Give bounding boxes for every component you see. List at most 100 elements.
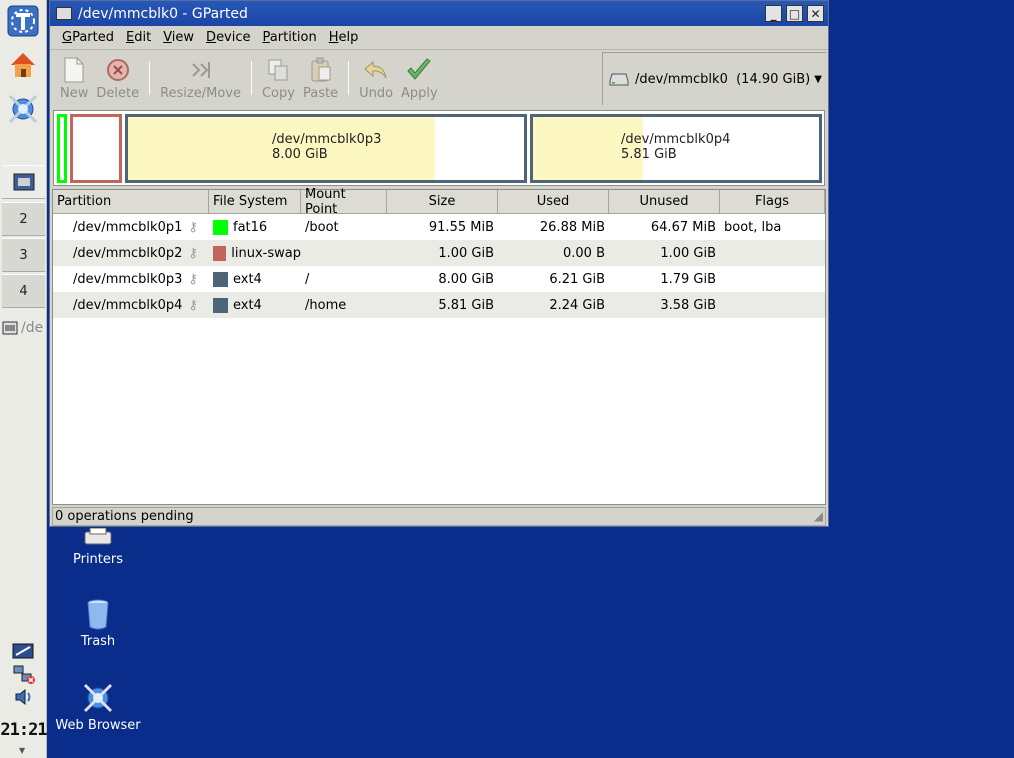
- cell-used: 0.00 B: [563, 245, 605, 261]
- toolbar-separator: [250, 61, 252, 95]
- delete-button[interactable]: Delete: [92, 51, 143, 106]
- harddisk-icon: [609, 73, 629, 86]
- menu-edit[interactable]: Edit: [120, 30, 157, 45]
- menu-gparted[interactable]: GParted: [56, 30, 120, 45]
- cell-mountpoint: [301, 240, 387, 266]
- menu-mnemonic: G: [62, 30, 73, 45]
- table-row[interactable]: /dev/mmcblk0p4 ⚷ ext4 /home 5.81 GiB 2.24…: [53, 292, 825, 318]
- filesystem-name: fat16: [233, 219, 268, 235]
- title-bar[interactable]: /dev/mmcblk0 - GParted _ □ ✕: [50, 1, 828, 26]
- key-icon: ⚷: [188, 271, 198, 287]
- network-tray-button[interactable]: [12, 664, 36, 688]
- diskmap-partition-name: /dev/mmcblk0p4: [621, 132, 731, 147]
- display-tray-button[interactable]: [12, 643, 34, 663]
- column-header-size[interactable]: Size: [387, 190, 498, 214]
- menu-mnemonic: E: [126, 30, 135, 45]
- table-row[interactable]: /dev/mmcblk0p3 ⚷ ext4 / 8.00 GiB 6.21 GiB…: [53, 266, 825, 292]
- cell-unused: 3.58 GiB: [660, 297, 716, 313]
- kde-panel: 2 3 4 /de 21:21 ▼: [0, 0, 48, 758]
- column-header-partition[interactable]: Partition: [53, 190, 209, 214]
- desktop-icon-trash[interactable]: Trash: [48, 598, 148, 649]
- window-title: /dev/mmcblk0 - GParted: [78, 5, 248, 22]
- close-button[interactable]: ✕: [807, 5, 824, 22]
- diskmap-partition-size: 8.00 GiB: [272, 147, 328, 162]
- resize-grip-icon[interactable]: ◢: [814, 509, 823, 523]
- browser-launcher[interactable]: [5, 92, 41, 126]
- maximize-icon: □: [788, 6, 801, 21]
- new-button[interactable]: New: [56, 51, 92, 106]
- diskmap-partition-name: /dev/mmcblk0p3: [272, 132, 382, 147]
- menu-bar: GParted Edit View Device Partition Help: [50, 26, 828, 50]
- column-header-used[interactable]: Used: [498, 190, 609, 214]
- desktop-icon-web-browser[interactable]: Web Browser: [48, 682, 148, 733]
- column-header-flags[interactable]: Flags: [720, 190, 825, 214]
- filesystem-name: linux-swap: [231, 245, 301, 261]
- chevron-down-icon: ▼: [814, 74, 822, 85]
- menu-mnemonic: V: [163, 30, 172, 45]
- desktop-3-button[interactable]: 3: [2, 238, 45, 272]
- status-text: 0 operations pending: [55, 509, 194, 524]
- cell-partition: /dev/mmcblk0p2 ⚷: [53, 240, 209, 266]
- panel-hide-arrow[interactable]: ▼: [19, 746, 25, 755]
- desktop-2-button[interactable]: 2: [2, 202, 45, 236]
- diskmap-segment-p3[interactable]: /dev/mmcblk0p3 8.00 GiB: [125, 114, 527, 183]
- cell-size: 5.81 GiB: [438, 297, 494, 313]
- cell-size: 8.00 GiB: [438, 271, 494, 287]
- column-header-unused[interactable]: Unused: [609, 190, 720, 214]
- diskmap-segment-p4[interactable]: /dev/mmcblk0p4 5.81 GiB: [530, 114, 822, 183]
- apply-button[interactable]: Apply: [397, 51, 442, 106]
- menu-label: Parted: [72, 30, 114, 45]
- menu-help[interactable]: Help: [323, 30, 365, 45]
- diskmap-segment-p2[interactable]: [70, 114, 122, 183]
- volume-tray-button[interactable]: [13, 687, 35, 711]
- maximize-button[interactable]: □: [786, 5, 803, 22]
- minimize-icon: _: [770, 6, 777, 21]
- delete-label: Delete: [96, 86, 140, 101]
- diskmap-label-p4: /dev/mmcblk0p4 5.81 GiB: [621, 132, 730, 162]
- new-document-icon: [64, 57, 84, 83]
- table-row[interactable]: /dev/mmcblk0p1 ⚷ fat16 /boot 91.55 MiB 26…: [53, 214, 825, 240]
- menu-label: iew: [171, 30, 195, 45]
- toolbar-separator: [348, 61, 350, 95]
- cell-filesystem: ext4: [209, 266, 301, 292]
- column-header-filesystem[interactable]: File System: [209, 190, 301, 214]
- taskbar-item-gparted[interactable]: /de: [2, 316, 46, 340]
- copy-button[interactable]: Copy: [258, 51, 299, 106]
- desktop-icon-printers[interactable]: Printers: [48, 528, 148, 567]
- desktop-1-button[interactable]: [2, 165, 45, 199]
- web-browser-icon: [8, 94, 38, 124]
- cell-flags: [720, 240, 825, 266]
- printer-icon: [84, 528, 112, 545]
- home-button[interactable]: [5, 48, 41, 82]
- key-icon: ⚷: [188, 245, 198, 261]
- partition-name: /dev/mmcblk0p3: [73, 271, 183, 287]
- desktop-4-button[interactable]: 4: [2, 274, 45, 308]
- menu-view[interactable]: View: [157, 30, 200, 45]
- kmenu-button[interactable]: [5, 4, 41, 38]
- table-row[interactable]: /dev/mmcblk0p2 ⚷ linux-swap 1.00 GiB 0.00…: [53, 240, 825, 266]
- filesystem-color-swatch: [213, 245, 227, 261]
- cell-mountpoint: /: [305, 271, 310, 287]
- menu-device[interactable]: Device: [200, 30, 256, 45]
- cell-filesystem: fat16: [209, 214, 301, 240]
- cell-unused: 64.67 MiB: [650, 219, 716, 235]
- filesystem-color-swatch: [213, 297, 228, 313]
- clock[interactable]: 21:21: [0, 720, 47, 740]
- column-header-mountpoint[interactable]: Mount Point: [301, 187, 387, 217]
- disk-map: /dev/mmcblk0p3 8.00 GiB /dev/mmcblk0p4 5…: [53, 110, 825, 186]
- diskmap-label-p3: /dev/mmcblk0p3 8.00 GiB: [272, 132, 381, 162]
- cell-partition: /dev/mmcblk0p3 ⚷: [53, 266, 209, 292]
- partition-name: /dev/mmcblk0p1: [73, 219, 183, 235]
- minimize-button[interactable]: _: [765, 5, 782, 22]
- cell-used: 6.21 GiB: [549, 271, 605, 287]
- cell-flags: [720, 266, 825, 292]
- apply-checkmark-icon: [407, 58, 432, 80]
- close-icon: ✕: [810, 6, 821, 21]
- diskmap-segment-p1[interactable]: [57, 114, 67, 183]
- device-selector[interactable]: /dev/mmcblk0 (14.90 GiB) ▼: [602, 52, 826, 105]
- undo-button[interactable]: Undo: [355, 51, 397, 106]
- resize-move-button[interactable]: Resize/Move: [156, 51, 245, 106]
- paste-button[interactable]: Paste: [299, 51, 342, 106]
- window-app-icon: [56, 7, 72, 20]
- menu-partition[interactable]: Partition: [257, 30, 323, 45]
